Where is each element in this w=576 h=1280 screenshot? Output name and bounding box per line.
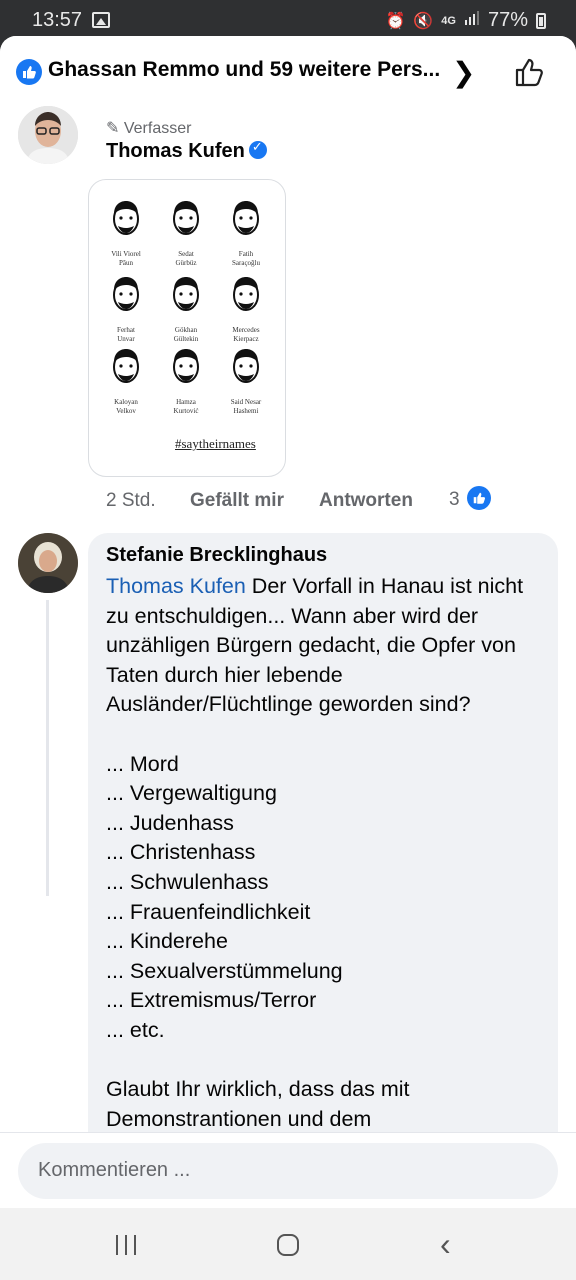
- victim-name: Hamza Kurtović: [156, 398, 216, 416]
- victim-first-name: Mercedes: [232, 326, 260, 334]
- gallery-icon: [92, 12, 110, 28]
- victim-last-name: Unvar: [117, 335, 135, 343]
- victim-portrait: [109, 198, 143, 238]
- composer-bar: Kommentieren ...: [0, 1132, 576, 1208]
- author-tag: ✎ Verfasser: [106, 118, 191, 138]
- battery-percent: 77%: [487, 9, 528, 31]
- like-badge-icon: [16, 59, 42, 85]
- avatar[interactable]: [18, 106, 78, 164]
- comment-input-placeholder: Kommentieren ...: [38, 1159, 191, 1181]
- image-hashtag: #saytheirnames: [175, 436, 256, 451]
- comment-input[interactable]: Kommentieren ...: [18, 1143, 558, 1199]
- victim-name: Mercedes Kierpacz: [216, 326, 276, 344]
- reply-author[interactable]: Stefanie Brecklinghaus: [106, 544, 327, 567]
- victim-first-name: Vili Viorel: [111, 250, 141, 258]
- victim-last-name: Hashemi: [233, 407, 259, 415]
- victim-last-name: Păun: [119, 259, 133, 267]
- mention-link[interactable]: Thomas Kufen: [106, 574, 246, 598]
- system-nav-bar: ‹: [0, 1208, 576, 1280]
- victim-name: Fatih Saraçoğlu: [216, 250, 276, 268]
- victim-name: Gökhan Gültekin: [156, 326, 216, 344]
- status-time: 13:57: [32, 9, 83, 31]
- comment-author[interactable]: Thomas Kufen: [106, 139, 267, 163]
- victim-last-name: Velkov: [116, 407, 136, 415]
- comment-author-name[interactable]: Thomas Kufen: [106, 140, 245, 162]
- comment-image[interactable]: Vili Viorel Păun Sedat Gürbüz Fatih Saraçoğlu…: [88, 179, 286, 477]
- comment-time: 2 Std.: [106, 490, 156, 511]
- victim-name: Ferhat Unvar: [96, 326, 156, 344]
- victim-last-name: Gültekin: [173, 335, 199, 343]
- reply-body: Der Vorfall in Hanau ist nicht zu entsch…: [106, 574, 524, 1131]
- mute-icon: 🔇: [413, 12, 434, 30]
- thread-line: [46, 600, 49, 896]
- like-count[interactable]: 3: [449, 489, 460, 511]
- reactors-summary[interactable]: Ghassan Remmo und 59 weitere Pers...: [48, 58, 440, 82]
- victim-portrait: [229, 346, 263, 386]
- status-bar: 13:57 ⏰ 🔇 4G 77%: [0, 0, 576, 40]
- victim-name: Vili Viorel Păun: [96, 250, 156, 268]
- victim-last-name: Saraçoğlu: [232, 259, 260, 267]
- victim-first-name: Fatih: [238, 250, 254, 258]
- author-tag-label: Verfasser: [123, 120, 192, 137]
- signal-icon: [464, 10, 480, 31]
- verified-badge-icon: [248, 139, 267, 159]
- victim-portrait: [109, 346, 143, 386]
- like-reaction-icon[interactable]: [467, 486, 491, 510]
- victim-first-name: Said Nesar: [230, 398, 262, 406]
- victim-portrait: [169, 198, 203, 238]
- victim-portrait: [169, 346, 203, 386]
- chevron-right-icon[interactable]: ❯: [452, 56, 475, 89]
- thumbs-up-icon[interactable]: [514, 56, 546, 93]
- home-icon[interactable]: [277, 1234, 299, 1256]
- victim-last-name: Kurtović: [173, 407, 199, 415]
- back-icon[interactable]: ‹: [440, 1226, 451, 1263]
- comments-sheet: Ghassan Remmo und 59 weitere Pers... ❯ ✎…: [0, 36, 576, 1208]
- victim-last-name: Kierpacz: [233, 335, 259, 343]
- victim-name: Kaloyan Velkov: [96, 398, 156, 416]
- like-button[interactable]: Gefällt mir: [190, 490, 284, 512]
- avatar[interactable]: [18, 533, 78, 593]
- victim-first-name: Ferhat: [117, 326, 135, 334]
- victim-first-name: Kaloyan: [114, 398, 138, 406]
- battery-icon: [536, 12, 546, 29]
- victim-first-name: Sedat: [178, 250, 194, 258]
- reply-text: Thomas Kufen Der Vorfall in Hanau ist ni…: [106, 572, 546, 1134]
- recent-apps-icon[interactable]: [116, 1235, 138, 1255]
- status-icons: ⏰ 🔇 4G 77%: [385, 9, 546, 32]
- reply-button[interactable]: Antworten: [319, 490, 413, 512]
- pencil-icon: ✎: [106, 120, 120, 137]
- reactions-header[interactable]: Ghassan Remmo und 59 weitere Pers... ❯: [0, 36, 576, 108]
- alarm-icon: ⏰: [385, 12, 406, 30]
- victim-last-name: Gürbüz: [175, 259, 197, 267]
- network-label: 4G: [441, 14, 456, 27]
- victim-name: Said Nesar Hashemi: [216, 398, 276, 416]
- victim-portrait: [109, 274, 143, 314]
- victim-portrait: [229, 198, 263, 238]
- victim-first-name: Hamza: [176, 398, 196, 406]
- victim-portrait: [229, 274, 263, 314]
- victim-first-name: Gökhan: [174, 326, 198, 334]
- victim-portrait: [169, 274, 203, 314]
- victim-name: Sedat Gürbüz: [156, 250, 216, 268]
